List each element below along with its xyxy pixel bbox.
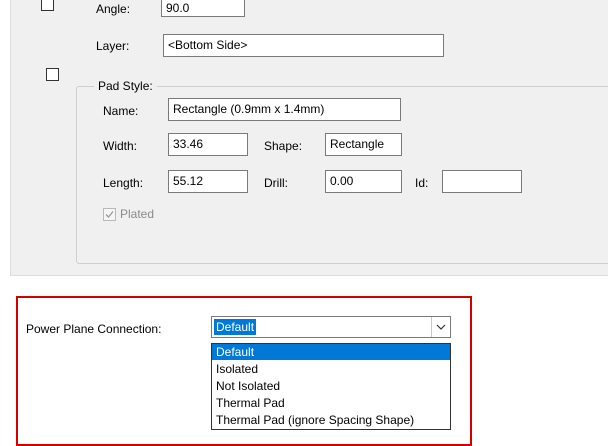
power-plane-options-list: Default Isolated Not Isolated Thermal Pa… xyxy=(211,343,451,430)
length-field[interactable]: 55.12 xyxy=(168,170,248,193)
shape-field[interactable]: Rectangle xyxy=(325,133,402,156)
checkmark-icon xyxy=(105,211,114,218)
option-thermal-pad-ignore-spacing[interactable]: Thermal Pad (ignore Spacing Shape) xyxy=(212,412,450,428)
dropdown-button[interactable] xyxy=(431,317,450,337)
power-plane-selected-value: Default xyxy=(214,319,257,335)
plated-checkbox xyxy=(103,208,116,221)
layer-label: Layer: xyxy=(96,39,130,53)
power-plane-label: Power Plane Connection: xyxy=(26,322,162,336)
shape-label: Shape: xyxy=(264,139,303,153)
option-thermal-pad[interactable]: Thermal Pad xyxy=(212,395,450,411)
id-label: Id: xyxy=(415,176,429,190)
pad-style-title: Pad Style: xyxy=(94,79,157,93)
width-field[interactable]: 33.46 xyxy=(168,133,248,156)
pad-style-checkbox[interactable] xyxy=(46,68,59,81)
option-isolated[interactable]: Isolated xyxy=(212,361,450,377)
option-not-isolated[interactable]: Not Isolated xyxy=(212,378,450,394)
width-label: Width: xyxy=(103,139,138,153)
option-default[interactable]: Default xyxy=(212,344,450,360)
length-label: Length: xyxy=(103,176,144,190)
name-field[interactable]: Rectangle (0.9mm x 1.4mm) xyxy=(168,98,401,121)
drill-field[interactable]: 0.00 xyxy=(325,170,402,193)
layer-field[interactable]: <Bottom Side> xyxy=(163,34,444,57)
chevron-down-icon xyxy=(436,324,446,330)
name-label: Name: xyxy=(103,104,139,118)
power-plane-select[interactable]: Default xyxy=(211,316,451,338)
drill-label: Drill: xyxy=(264,176,288,190)
plated-label: Plated xyxy=(120,207,155,221)
angle-label: Angle: xyxy=(96,2,131,16)
angle-checkbox[interactable] xyxy=(41,0,54,11)
angle-field[interactable]: 90.0 xyxy=(161,0,245,17)
id-field[interactable] xyxy=(442,170,522,193)
